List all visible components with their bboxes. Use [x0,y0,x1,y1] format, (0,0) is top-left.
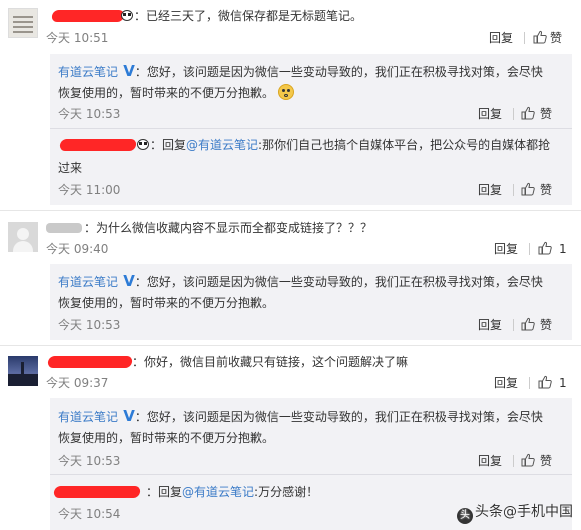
mention-link[interactable]: @有道云笔记 [186,138,258,152]
comment-time: 今天 10:51 [46,31,109,45]
like-icon[interactable] [538,375,552,389]
like-label[interactable]: 赞 [540,182,552,198]
reply-button[interactable]: 回复 [489,30,513,46]
comment-time: 今天 09:37 [46,376,109,390]
like-icon[interactable] [533,30,547,44]
comment-time: 今天 09:40 [46,242,109,256]
reply-button[interactable]: 回复 [478,453,502,469]
divider [513,319,514,331]
reply-time: 今天 11:00 [58,183,121,197]
divider [529,243,530,255]
like-count: 1 [559,242,567,256]
divider [524,32,525,44]
like-icon[interactable] [521,453,535,467]
panda-icon [120,9,134,21]
author-link[interactable]: 有道云笔记 [58,410,118,424]
reply-text: 有道云笔记 V：您好，该问题是因为微信一些变动导致的，我们正在积极寻找对策，会尽… [58,62,543,80]
reply-button[interactable]: 回复 [478,317,502,333]
verified-icon: V [118,407,135,425]
reply-button[interactable]: 回复 [494,375,518,391]
reply-text-cont: 恢复使用的，暂时带来的不便万分抱歉。 [58,84,294,101]
divider [513,184,514,196]
like-icon[interactable] [538,241,552,255]
redacted-username [47,356,133,368]
reply-text-cont: 过来 [58,161,83,175]
reply-time: 今天 10:53 [58,107,121,121]
like-label[interactable]: 赞 [540,106,552,122]
comment-divider [0,210,581,211]
reply-divider [50,474,572,475]
reply-text: 有道云笔记 V：您好，该问题是因为微信一些变动导致的，我们正在积极寻找对策，会尽… [58,272,543,290]
like-count: 1 [559,376,567,390]
like-label[interactable]: 赞 [540,317,552,333]
reply-text-cont: 恢复使用的，暂时带来的不便万分抱歉。 [58,296,275,310]
comment-divider [0,345,581,346]
comment-text: ：为什么微信收藏内容不显示而全都变成链接了？？？ [46,220,372,236]
redacted-username [51,10,125,22]
like-label[interactable]: 赞 [550,30,562,46]
reply-time: 今天 10:53 [58,454,121,468]
comment-text: ：你好，微信目前收藏只有链接，这个问题解决了嘛 [46,354,408,370]
reply-button[interactable]: 回复 [478,182,502,198]
like-label[interactable]: 赞 [540,453,552,469]
like-icon[interactable] [521,317,535,331]
avatar[interactable] [8,222,38,252]
toutiao-logo-icon: 头 [457,508,473,524]
reply-text: ：回复@有道云笔记:那你们自己也搞个自媒体平台，把公众号的自媒体都抢 [58,137,550,153]
watermark: 头头条@手机中国 [457,501,573,524]
mention-link[interactable]: @有道云笔记 [182,485,254,499]
verified-icon: V [118,62,135,80]
panda-icon [136,138,150,150]
author-link[interactable]: 有道云笔记 [58,275,118,289]
avatar[interactable] [8,8,38,38]
redacted-username [46,223,82,233]
reply-time: 今天 10:54 [58,507,121,521]
author-link[interactable]: 有道云笔记 [58,65,118,79]
like-icon[interactable] [521,106,535,120]
reply-text: ：回复@有道云笔记:万分感谢！ [53,484,318,500]
sad-face-emoji-icon [277,84,294,100]
reply-text: 有道云笔记 V：您好，该问题是因为微信一些变动导致的，我们正在积极寻找对策，会尽… [58,407,543,425]
reply-text-cont: 恢复使用的，暂时带来的不便万分抱歉。 [58,431,275,445]
divider [513,455,514,467]
verified-icon: V [118,272,135,290]
comment-text: ：已经三天了，微信保存都是无标题笔记。 [46,8,362,24]
reply-button[interactable]: 回复 [494,241,518,257]
redacted-username [53,486,141,498]
reply-button[interactable]: 回复 [478,106,502,122]
reply-divider [50,128,572,129]
reply-time: 今天 10:53 [58,318,121,332]
like-icon[interactable] [521,182,535,196]
divider [513,108,514,120]
redacted-username [59,139,137,151]
avatar[interactable] [8,356,38,386]
divider [529,377,530,389]
